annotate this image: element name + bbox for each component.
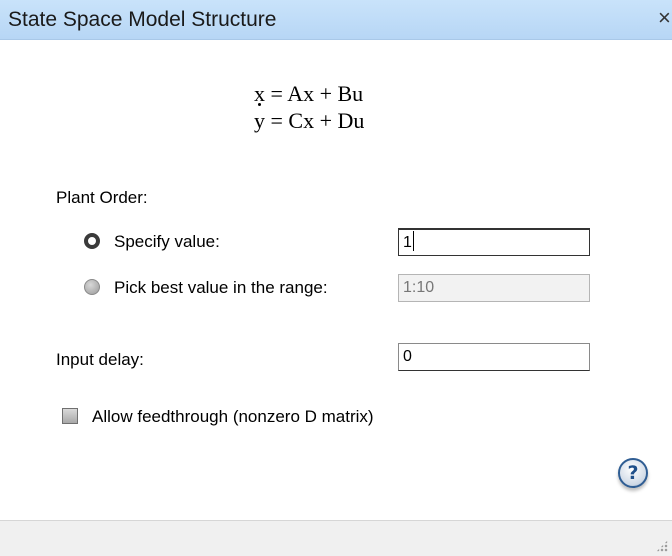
resize-grip-icon[interactable] xyxy=(656,540,668,552)
input-delay-label: Input delay: xyxy=(56,350,144,369)
output-equation: y = Cx + Du xyxy=(254,108,365,133)
pick-best-range-text: 1:10 xyxy=(403,279,435,296)
plant-order-label: Plant Order: xyxy=(56,188,148,207)
help-icon[interactable]: ? xyxy=(618,458,648,488)
feedthrough-label[interactable]: Allow feedthrough (nonzero D matrix) xyxy=(92,406,374,428)
specify-value-radio[interactable] xyxy=(84,233,100,249)
specify-value-input[interactable]: 1 xyxy=(398,228,590,256)
pick-best-range-input[interactable]: 1:10 xyxy=(398,274,590,302)
pick-best-label[interactable]: Pick best value in the range: xyxy=(114,277,328,299)
input-delay-input[interactable]: 0 xyxy=(398,343,590,371)
pick-best-radio[interactable] xyxy=(84,279,100,295)
state-space-equation: x = Ax + Bu y = Cx + Du xyxy=(254,80,364,134)
state-equation-text: x = Ax + Bu xyxy=(254,81,364,106)
specify-value-text: 1 xyxy=(403,234,412,251)
specify-value-label[interactable]: Specify value: xyxy=(114,231,220,253)
state-equation: x = Ax + Bu xyxy=(254,80,364,107)
feedthrough-checkbox[interactable] xyxy=(62,408,78,424)
title-bar: State Space Model Structure × xyxy=(0,0,672,40)
close-icon[interactable]: × xyxy=(658,4,672,32)
window-title: State Space Model Structure xyxy=(8,8,277,31)
state-space-dialog: State Space Model Structure × x = Ax + B… xyxy=(0,0,672,556)
input-delay-text: 0 xyxy=(403,348,412,365)
status-bar xyxy=(0,520,672,556)
text-cursor xyxy=(412,231,414,251)
